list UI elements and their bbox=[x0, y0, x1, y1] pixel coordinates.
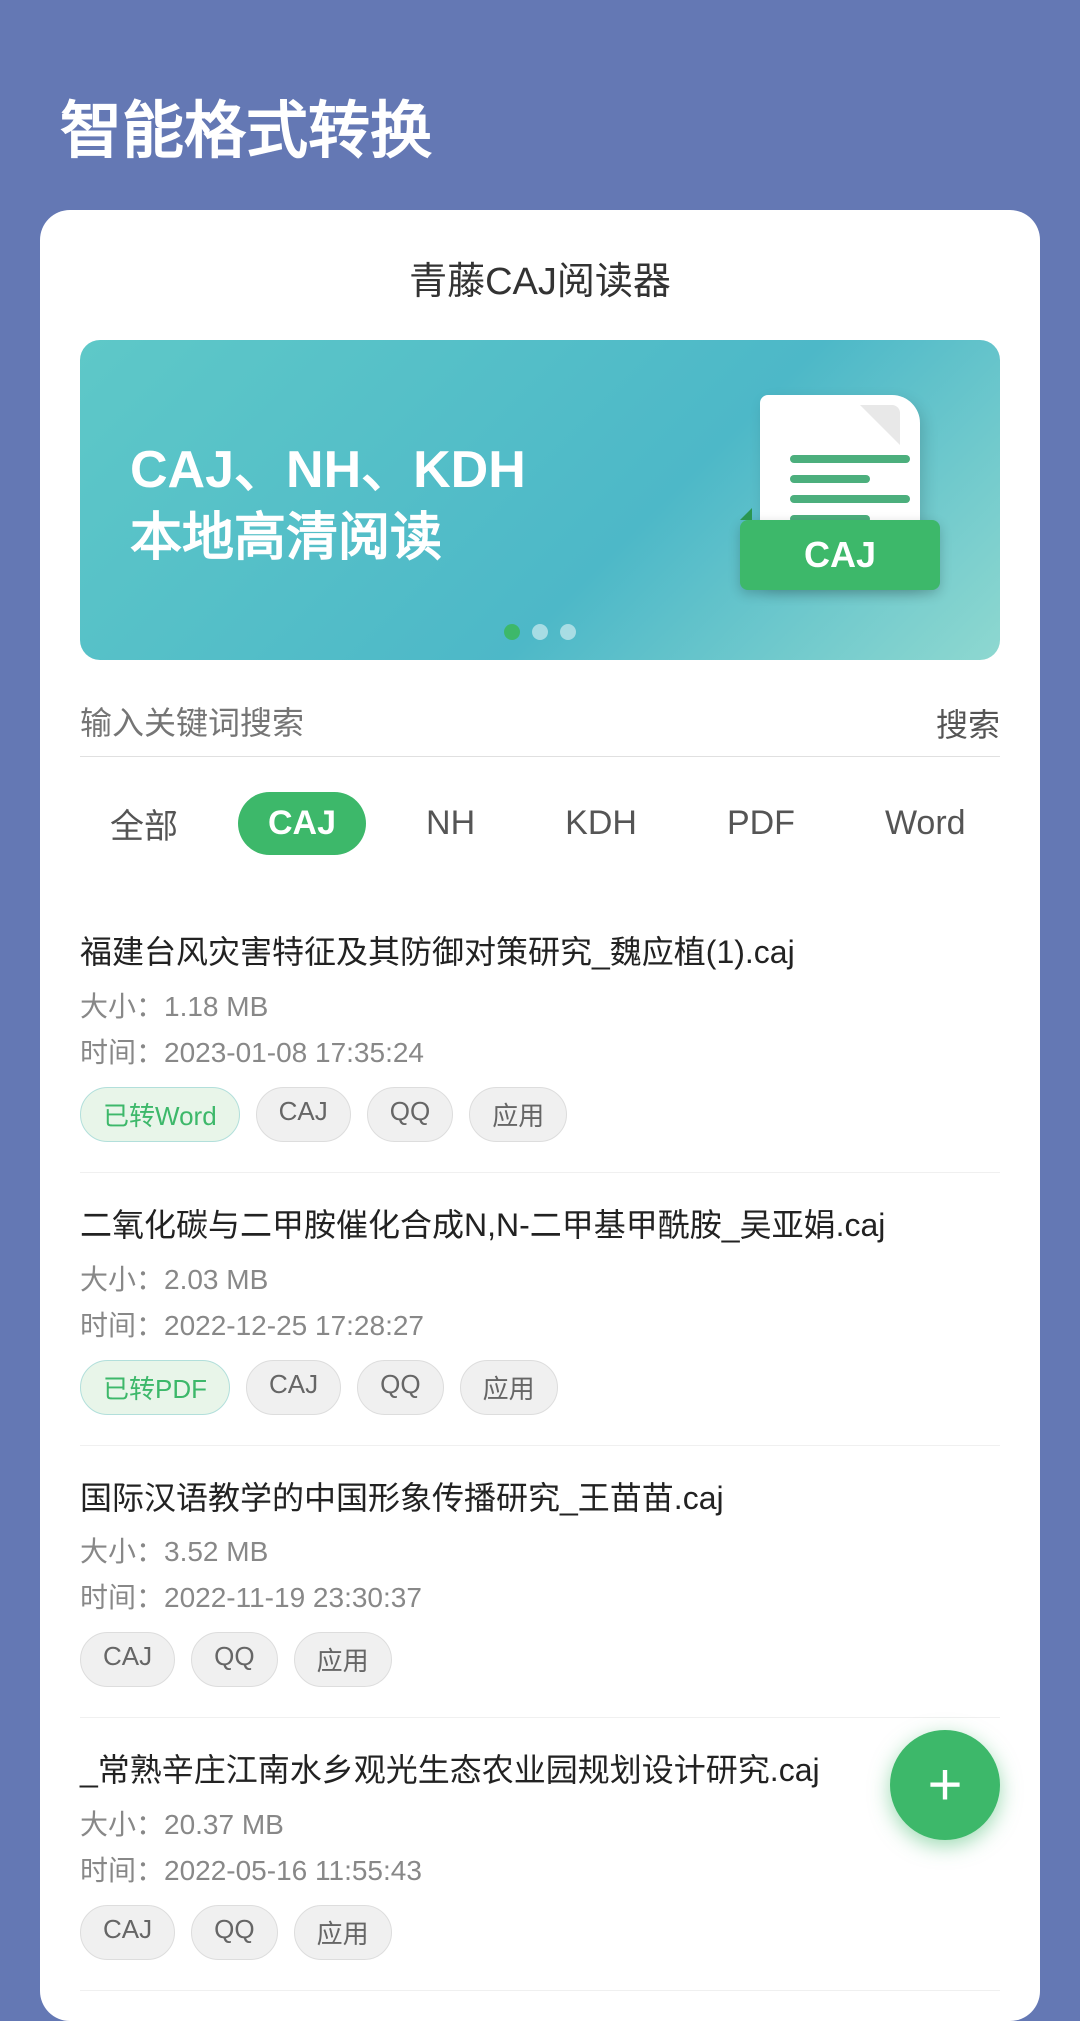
file-time: 时间：2023-01-08 17:35:24 bbox=[80, 1031, 1000, 1071]
banner-dots bbox=[504, 624, 576, 640]
file-time: 时间：2022-05-16 11:55:43 bbox=[80, 1849, 1000, 1889]
tag-qq[interactable]: QQ bbox=[367, 1087, 453, 1142]
tag-app[interactable]: 应用 bbox=[460, 1360, 558, 1415]
file-tags: CAJ QQ 应用 bbox=[80, 1632, 1000, 1687]
fab-add-button[interactable]: + bbox=[890, 1730, 1000, 1840]
file-item[interactable]: 国际汉语教学的中国形象传播研究_王苗苗.caj 大小：3.52 MB 时间：20… bbox=[80, 1446, 1000, 1719]
file-tags: 已转PDF CAJ QQ 应用 bbox=[80, 1360, 1000, 1415]
file-size: 大小：20.37 MB bbox=[80, 1803, 1000, 1843]
dot-2[interactable] bbox=[532, 624, 548, 640]
tab-word[interactable]: Word bbox=[855, 792, 996, 855]
file-size: 大小：3.52 MB bbox=[80, 1530, 1000, 1570]
file-item[interactable]: 二氧化碳与二甲胺催化合成N,N-二甲基甲酰胺_吴亚娟.caj 大小：2.03 M… bbox=[80, 1173, 1000, 1446]
tab-pdf[interactable]: PDF bbox=[697, 792, 825, 855]
tag-qq[interactable]: QQ bbox=[357, 1360, 443, 1415]
file-time: 时间：2022-12-25 17:28:27 bbox=[80, 1304, 1000, 1344]
file-time: 时间：2022-11-19 23:30:37 bbox=[80, 1576, 1000, 1616]
tag-caj[interactable]: CAJ bbox=[80, 1632, 175, 1687]
tab-all[interactable]: 全部 bbox=[80, 787, 208, 860]
file-size: 大小：1.18 MB bbox=[80, 985, 1000, 1025]
dot-1[interactable] bbox=[504, 624, 520, 640]
tab-kdh[interactable]: KDH bbox=[535, 792, 667, 855]
tag-app[interactable]: 应用 bbox=[294, 1905, 392, 1960]
file-tags: CAJ QQ 应用 bbox=[80, 1905, 1000, 1960]
file-size: 大小：2.03 MB bbox=[80, 1258, 1000, 1298]
tag-caj[interactable]: CAJ bbox=[256, 1087, 351, 1142]
tag-caj[interactable]: CAJ bbox=[80, 1905, 175, 1960]
banner: CAJ、NH、KDH 本地高清阅读 CAJ bbox=[80, 340, 1000, 660]
tag-qq[interactable]: QQ bbox=[191, 1632, 277, 1687]
tag-caj[interactable]: CAJ bbox=[246, 1360, 341, 1415]
banner-text-line1: CAJ、NH、KDH bbox=[130, 437, 526, 505]
tag-app[interactable]: 应用 bbox=[469, 1087, 567, 1142]
file-list: 福建台风灾害特征及其防御对策研究_魏应植(1).caj 大小：1.18 MB 时… bbox=[80, 900, 1000, 1991]
tag-converted-pdf[interactable]: 已转PDF bbox=[80, 1360, 230, 1415]
tab-caj[interactable]: CAJ bbox=[238, 792, 366, 855]
file-label-caj: CAJ bbox=[740, 520, 940, 590]
tag-app[interactable]: 应用 bbox=[294, 1632, 392, 1687]
file-illustration: CAJ bbox=[740, 385, 960, 625]
file-name: _常熟辛庄江南水乡观光生态农业园规划设计研究.caj bbox=[80, 1748, 1000, 1793]
search-button[interactable]: 搜索 bbox=[936, 700, 1000, 746]
banner-text-line2: 本地高清阅读 bbox=[130, 505, 526, 573]
tab-nh[interactable]: NH bbox=[396, 792, 505, 855]
page-title: 智能格式转换 bbox=[0, 0, 1080, 210]
card-header: 青藤CAJ阅读器 bbox=[80, 250, 1000, 305]
filter-tabs: 全部 CAJ NH KDH PDF Word bbox=[80, 787, 1000, 860]
file-name: 二氧化碳与二甲胺催化合成N,N-二甲基甲酰胺_吴亚娟.caj bbox=[80, 1203, 1000, 1248]
file-name: 福建台风灾害特征及其防御对策研究_魏应植(1).caj bbox=[80, 930, 1000, 975]
search-bar: 搜索 bbox=[80, 700, 1000, 757]
file-name: 国际汉语教学的中国形象传播研究_王苗苗.caj bbox=[80, 1476, 1000, 1521]
file-tags: 已转Word CAJ QQ 应用 bbox=[80, 1087, 1000, 1142]
plus-icon: + bbox=[927, 1755, 962, 1815]
file-item[interactable]: 福建台风灾害特征及其防御对策研究_魏应植(1).caj 大小：1.18 MB 时… bbox=[80, 900, 1000, 1173]
main-card: 青藤CAJ阅读器 CAJ、NH、KDH 本地高清阅读 CAJ bbox=[40, 210, 1040, 2021]
tag-qq[interactable]: QQ bbox=[191, 1905, 277, 1960]
file-item[interactable]: _常熟辛庄江南水乡观光生态农业园规划设计研究.caj 大小：20.37 MB 时… bbox=[80, 1718, 1000, 1991]
dot-3[interactable] bbox=[560, 624, 576, 640]
search-input[interactable] bbox=[80, 705, 936, 742]
tag-converted-word[interactable]: 已转Word bbox=[80, 1087, 240, 1142]
